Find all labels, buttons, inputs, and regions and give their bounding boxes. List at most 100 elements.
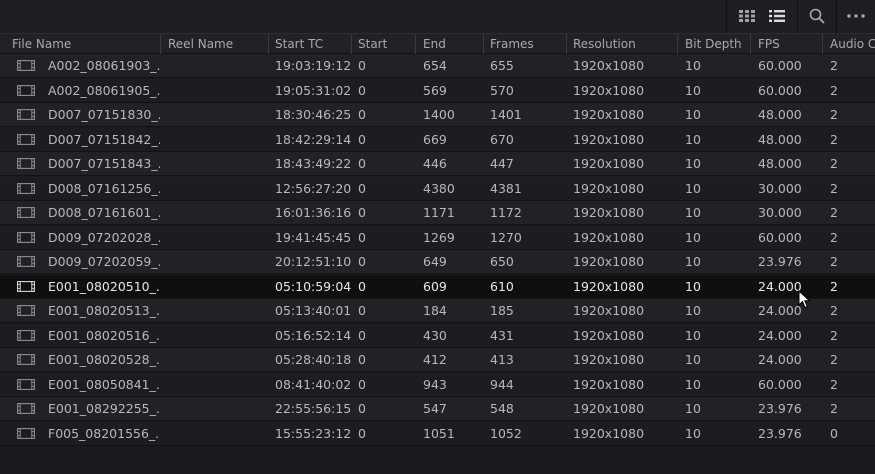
table-row[interactable]: D009_07202028_... 19:41:45:45 0 1269 1270 192… [0,226,875,250]
cell-reel-name [168,79,268,103]
cell-bit-depth: 10 [685,83,701,98]
column-divider[interactable] [566,34,567,54]
grid-view-button[interactable] [734,0,760,32]
cell-bit-depth: 10 [685,58,701,73]
film-clip-icon [17,330,35,341]
cell-bit-depth: 10 [685,156,701,171]
cell-frames: 655 [490,58,514,73]
table-row[interactable]: D008_07161256_... 12:56:27:20 0 4380 4381 192… [0,177,875,201]
column-divider[interactable] [268,34,269,54]
column-header-end[interactable]: End [423,34,483,54]
cell-start-tc: 22:55:56:15 [275,401,351,416]
column-header-fps[interactable]: FPS [758,34,822,54]
cell-end: 184 [423,303,447,318]
column-divider[interactable] [351,34,352,54]
table-row[interactable]: F005_08201556_... 15:55:23:12 0 1051 1052 192… [0,422,875,446]
cell-start: 0 [358,401,366,416]
cell-frames: 570 [490,83,514,98]
table-row[interactable]: E001_08292255_... 22:55:56:15 0 547 548 1920x… [0,397,875,421]
cell-audio-channels: 2 [830,352,838,367]
cell-reel-name [168,275,268,299]
table-row[interactable]: E001_08020528_... 05:28:40:18 0 412 413 1920x… [0,348,875,372]
cell-end: 1400 [423,107,455,122]
cell-start: 0 [358,181,366,196]
cell-bit-depth: 10 [685,401,701,416]
cell-start: 0 [358,352,366,367]
column-divider[interactable] [483,34,484,54]
table-row[interactable]: E001_08050841_... 08:41:40:02 0 943 944 1920x… [0,373,875,397]
cell-frames: 670 [490,132,514,147]
film-clip-icon [17,109,35,120]
table-row[interactable]: E001_08020510_... 05:10:59:04 0 609 610 1920x… [0,275,875,299]
cell-start-tc: 18:30:46:25 [275,107,351,122]
cell-start-tc: 18:43:49:22 [275,156,351,171]
cell-reel-name [168,201,268,225]
column-header-start-tc[interactable]: Start TC [275,34,351,54]
cell-file-name: D007_07151830_... [48,107,160,122]
cell-audio-channels: 2 [830,230,838,245]
column-divider[interactable] [750,34,751,54]
cell-fps: 24.000 [758,279,802,294]
column-header-file-name[interactable]: File Name [12,34,160,54]
table-row[interactable]: D007_07151843_... 18:43:49:22 0 446 447 1920x… [0,152,875,176]
cell-reel-name [168,397,268,421]
cell-resolution: 1920x1080 [573,230,645,245]
cell-file-name: E001_08292255_... [48,401,160,416]
column-header-start[interactable]: Start [358,34,415,54]
table-row[interactable]: D008_07161601_... 16:01:36:16 0 1171 1172 192… [0,201,875,225]
cell-audio-channels: 2 [830,58,838,73]
cell-resolution: 1920x1080 [573,156,645,171]
table-row[interactable]: E001_08020516_... 05:16:52:14 0 430 431 1920x… [0,324,875,348]
cell-resolution: 1920x1080 [573,181,645,196]
list-view-icon [769,10,785,22]
toolbar [0,0,875,33]
cell-fps: 60.000 [758,58,802,73]
cell-audio-channels: 2 [830,107,838,122]
cell-end: 669 [423,132,447,147]
cell-bit-depth: 10 [685,132,701,147]
cell-resolution: 1920x1080 [573,279,645,294]
cell-end: 1051 [423,426,455,441]
table-row[interactable]: A002_08061905_... 19:05:31:02 0 569 570 1920x… [0,79,875,103]
table-row[interactable]: D007_07151830_... 18:30:46:25 0 1400 1401 192… [0,103,875,127]
cell-file-name: E001_08020528_... [48,352,160,367]
column-header-resolution[interactable]: Resolution [573,34,677,54]
table-row[interactable]: D009_07202059_... 20:12:51:10 0 649 650 1920x… [0,250,875,274]
cell-end: 430 [423,328,447,343]
cell-end: 1171 [423,205,455,220]
column-header-audio-channels[interactable]: Audio Ch [830,34,875,54]
cell-start-tc: 19:03:19:12 [275,58,351,73]
list-view-button[interactable] [764,0,790,32]
table-row[interactable]: D007_07151842_... 18:42:29:14 0 669 670 1920x… [0,128,875,152]
cell-fps: 60.000 [758,377,802,392]
cell-reel-name [168,128,268,152]
film-clip-icon [17,354,35,365]
cell-resolution: 1920x1080 [573,377,645,392]
toolbar-divider [836,0,837,33]
table-row[interactable]: A002_08061903_... 19:03:19:12 0 654 655 1920x… [0,54,875,78]
cell-resolution: 1920x1080 [573,303,645,318]
search-button[interactable] [803,0,831,32]
more-options-button[interactable] [842,0,870,32]
column-header-bit-depth[interactable]: Bit Depth [685,34,750,54]
cell-bit-depth: 10 [685,352,701,367]
cell-reel-name [168,348,268,372]
column-header-frames[interactable]: Frames [490,34,566,54]
table-row[interactable]: E001_08020513_... 05:13:40:01 0 184 185 1920x… [0,299,875,323]
film-clip-icon [17,207,35,218]
cell-bit-depth: 10 [685,107,701,122]
film-clip-icon [17,403,35,414]
cell-audio-channels: 2 [830,401,838,416]
column-divider[interactable] [822,34,823,54]
cell-audio-channels: 2 [830,328,838,343]
cell-fps: 24.000 [758,352,802,367]
column-header-reel-name[interactable]: Reel Name [168,34,268,54]
column-divider[interactable] [160,34,161,54]
column-divider[interactable] [415,34,416,54]
cell-file-name: A002_08061905_... [48,83,160,98]
cell-reel-name [168,103,268,127]
cell-frames: 548 [490,401,514,416]
cell-bit-depth: 10 [685,377,701,392]
cell-file-name: D007_07151843_... [48,156,160,171]
column-divider[interactable] [677,34,678,54]
